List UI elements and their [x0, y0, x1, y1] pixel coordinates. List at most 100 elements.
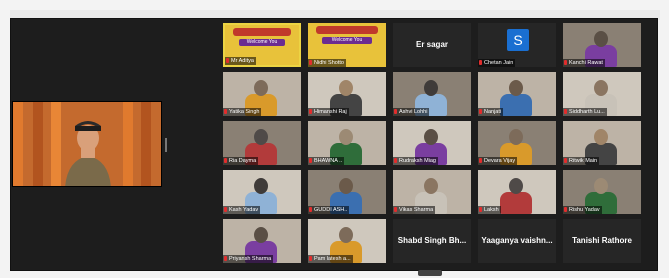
participant-tile[interactable]: Rishu Yadav [563, 170, 641, 214]
participant-name-label: Chetan Jain [478, 59, 516, 67]
participant-tile[interactable]: Ria Dayma [223, 121, 301, 165]
participant-video-head [254, 129, 268, 145]
participant-tile[interactable]: Welcome You Nidhi Shotto [308, 23, 386, 67]
participant-tile[interactable]: Kash Yadav [223, 170, 301, 214]
participant-video-head [509, 178, 523, 194]
muted-mic-icon [309, 60, 312, 65]
participant-name: Kanchi Rawat [569, 60, 603, 66]
participant-video-head [424, 178, 438, 194]
participant-tile[interactable]: Priyansh Sharma [223, 219, 301, 263]
avatar: S [507, 29, 529, 51]
muted-mic-icon [309, 109, 312, 114]
participant-video-body [500, 94, 532, 116]
participant-name: BHAWNA .. [314, 158, 343, 164]
muted-mic-icon [564, 109, 567, 114]
muted-mic-icon [564, 158, 567, 163]
participant-name: Nanjati [484, 109, 502, 115]
muted-mic-icon [394, 158, 397, 163]
participant-tile[interactable]: Rudraksh Miag [393, 121, 471, 165]
participant-video-head [339, 129, 353, 145]
muted-mic-icon [564, 207, 567, 212]
participant-video-head [594, 129, 608, 145]
participant-name: Vikas Sharma [399, 207, 434, 213]
welcome-banner-text: Welcome You [322, 37, 372, 44]
participant-name-label: Himanshi Raj [308, 108, 349, 116]
participant-tile[interactable]: Pam latesh a... [308, 219, 386, 263]
participant-name-large: Er sagar [415, 40, 449, 49]
participant-video-head [509, 80, 523, 96]
banner-graphic [233, 28, 291, 36]
participant-name-label: Nidhi Shotto [308, 59, 346, 67]
participant-name-label: Yatika Singh [223, 108, 262, 116]
participant-name: Yatika Singh [229, 109, 260, 115]
participant-video-head [509, 129, 523, 145]
participant-tile[interactable]: Yatika Singh [223, 72, 301, 116]
scroll-indicator[interactable] [418, 270, 442, 276]
participant-video-head [594, 31, 608, 47]
participant-tile[interactable]: BHAWNA .. [308, 121, 386, 165]
participant-video-head [254, 178, 268, 194]
muted-mic-icon [394, 207, 397, 212]
participant-video-head [424, 129, 438, 145]
participant-name: Ritwik Main [569, 158, 598, 164]
participant-tile[interactable]: Tanishi Rathore [563, 219, 641, 263]
participant-name-large: Yaaganya vaishn... [481, 236, 553, 245]
resize-handle[interactable] [165, 138, 167, 152]
participant-name: Pam latesh a... [314, 256, 351, 262]
participant-tile[interactable]: Laksh [478, 170, 556, 214]
participant-name-label: Priyansh Sharma [223, 255, 274, 263]
participant-name-label: Laksh [478, 206, 501, 214]
muted-mic-icon [479, 158, 482, 163]
curtain [51, 102, 61, 186]
participant-tile[interactable]: Ritwik Main [563, 121, 641, 165]
muted-mic-icon [224, 256, 227, 261]
active-speaker-video[interactable] [12, 101, 162, 187]
participant-tile[interactable]: Himanshi Raj [308, 72, 386, 116]
participant-tile[interactable]: S Chetan Jain [478, 23, 556, 67]
participant-name-label: Vikas Sharma [393, 206, 436, 214]
participant-name-label: BHAWNA .. [308, 157, 345, 165]
participant-video-head [339, 227, 353, 243]
participant-name-label: Rudraksh Miag [393, 157, 438, 165]
participant-tile[interactable]: Nanjati [478, 72, 556, 116]
participant-name: GUDDI ASH.. [314, 207, 348, 213]
muted-mic-icon [309, 207, 312, 212]
participant-name-label: Ritwik Main [563, 157, 600, 165]
muted-mic-icon [479, 109, 482, 114]
participant-video-head [594, 178, 608, 194]
participant-name-label: Devara Vijay [478, 157, 518, 165]
participant-tile[interactable]: Ashvi Lohhi [393, 72, 471, 116]
muted-mic-icon [479, 60, 482, 65]
participant-tile[interactable]: Er sagar [393, 23, 471, 67]
muted-mic-icon [479, 207, 482, 212]
welcome-banner-text: Welcome You [239, 39, 285, 46]
participant-name: Chetan Jain [484, 60, 514, 66]
participant-name: Rishu Yadav [569, 207, 600, 213]
participant-name: Ria Dayma [229, 158, 257, 164]
participant-tile[interactable]: Shabd Singh Bh... [393, 219, 471, 263]
participant-tile[interactable]: GUDDI ASH.. [308, 170, 386, 214]
participant-name: Laksh [484, 207, 499, 213]
participant-name-label: Nanjati [478, 108, 504, 116]
participant-video-head [254, 227, 268, 243]
participant-name: Nidhi Shotto [314, 60, 344, 66]
participant-tile[interactable]: Vikas Sharma [393, 170, 471, 214]
muted-mic-icon [564, 60, 567, 65]
participant-name: Himanshi Raj [314, 109, 347, 115]
participant-video-head [254, 80, 268, 96]
speaker-figure [65, 121, 111, 186]
participant-name: Kash Yadav [229, 207, 259, 213]
participant-tile[interactable]: Welcome You Mr Aditya [223, 23, 301, 67]
muted-mic-icon [309, 256, 312, 261]
participant-video-head [424, 80, 438, 96]
participant-tile[interactable]: Devara Vijay [478, 121, 556, 165]
participant-tile[interactable]: Kanchi Rawat [563, 23, 641, 67]
participant-video-head [339, 80, 353, 96]
participant-name-large: Tanishi Rathore [572, 236, 632, 245]
participant-name-label: GUDDI ASH.. [308, 206, 350, 214]
participant-video-body [500, 192, 532, 214]
participant-tile[interactable]: Yaaganya vaishn... [478, 219, 556, 263]
participant-name: Siddharth Lu... [569, 109, 605, 115]
participant-name-label: Kash Yadav [223, 206, 261, 214]
participant-tile[interactable]: Siddharth Lu... [563, 72, 641, 116]
